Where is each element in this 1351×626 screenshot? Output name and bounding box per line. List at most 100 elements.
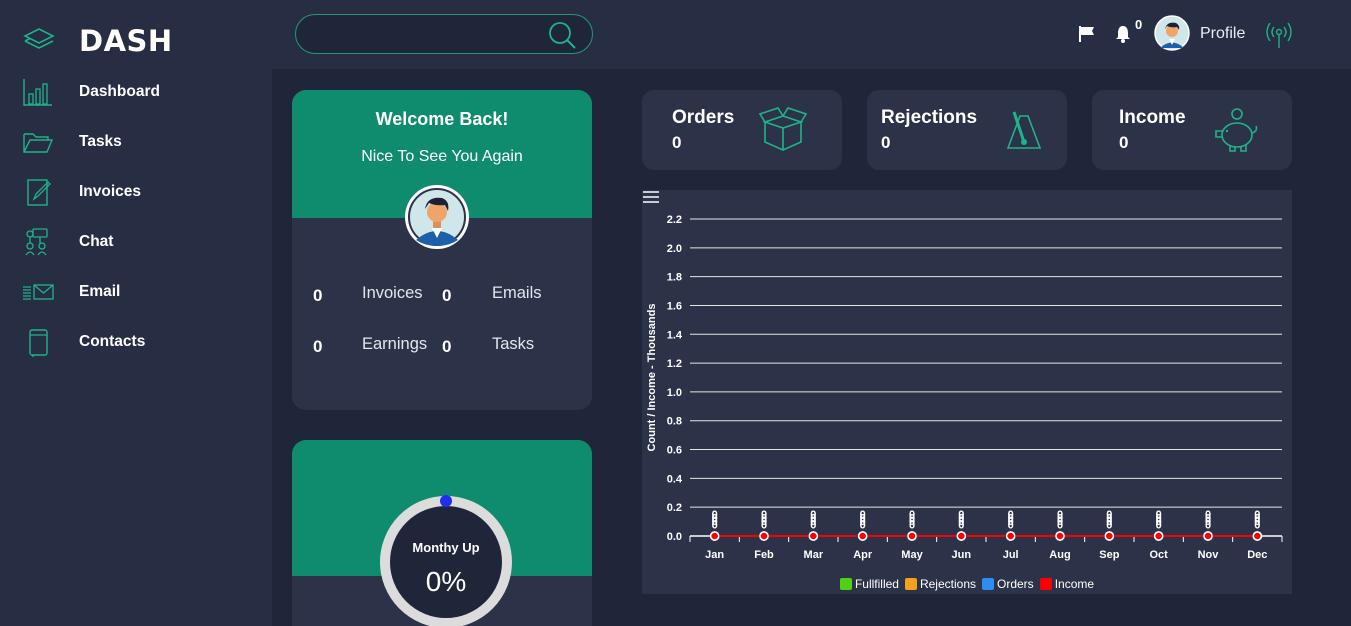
legend-item-income[interactable]: Income	[1039, 577, 1094, 591]
search-icon[interactable]	[546, 19, 578, 51]
invoices-count: 0	[313, 286, 323, 305]
data-point	[1005, 531, 1016, 541]
legend-label: Fullfilled	[854, 577, 899, 591]
data-point	[956, 531, 967, 541]
sidebar-item-label: Email	[79, 283, 121, 300]
data-point	[1055, 531, 1065, 541]
data-label: 0	[1156, 520, 1162, 532]
data-point	[709, 531, 720, 541]
orders-value: 0	[672, 133, 682, 152]
tasks-count: 0	[442, 337, 452, 356]
x-tick-label: Mar	[804, 549, 824, 561]
earnings-count: 0	[313, 337, 323, 356]
legend-label: Rejections	[919, 577, 976, 591]
x-tick-label: Feb	[754, 549, 774, 561]
y-axis-title: Count / Income - Thousands	[646, 304, 658, 452]
sidebar-item-chat[interactable]: Chat	[0, 223, 272, 263]
data-label: 0	[1205, 520, 1211, 532]
sidebar-item-label: Contacts	[79, 333, 146, 350]
emails-label: Emails	[492, 284, 542, 302]
legend-swatch	[1039, 578, 1052, 590]
search-box	[295, 14, 593, 54]
y-tick-label: 0.2	[667, 502, 682, 514]
y-tick-label: 2.0	[667, 243, 682, 255]
data-label: 0	[810, 520, 816, 532]
sidebar-item-tasks[interactable]: Tasks	[0, 123, 272, 163]
contact-book-icon	[29, 329, 48, 357]
welcome-title: Welcome Back!	[375, 109, 509, 129]
legend-item-fullfilled[interactable]: Fullfilled	[839, 577, 899, 591]
edit-document-icon	[27, 179, 51, 206]
y-tick-label: 1.0	[667, 387, 682, 399]
data-point	[1203, 531, 1213, 541]
x-tick-label: May	[901, 549, 923, 561]
sidebar: DASH Dashboard Tasks Invoices Chat Email…	[0, 0, 272, 626]
data-point	[808, 531, 819, 541]
brand[interactable]: DASH	[22, 22, 172, 58]
legend-item-rejections[interactable]: Rejections	[904, 577, 976, 591]
line-chart: 0.0 0.2 0.4 0.6 0.8 1.0 1.2 1.4 1.6 1.8 2.0 2.2 Jan F…	[646, 214, 1283, 561]
progress-gauge	[380, 495, 512, 626]
invoices-label: Invoices	[362, 284, 423, 302]
rejections-card[interactable]: Rejections 0	[867, 90, 1067, 170]
y-tick-label: 0.4	[667, 473, 683, 485]
income-value: 0	[1119, 133, 1129, 152]
orders-card[interactable]: Orders 0	[642, 90, 842, 170]
metronome-icon	[1006, 111, 1042, 149]
legend-swatch	[839, 578, 852, 590]
data-label: 0	[958, 520, 964, 532]
tasks-label: Tasks	[492, 335, 535, 353]
search-input[interactable]	[312, 23, 536, 47]
data-point	[857, 531, 868, 541]
gauge-value: 0%	[425, 566, 467, 597]
x-tick-label: Nov	[1198, 549, 1220, 561]
y-tick-label: 1.8	[667, 272, 682, 284]
emails-count: 0	[442, 286, 452, 305]
y-tick-label: 1.2	[667, 358, 682, 370]
x-tick-label: Jan	[705, 549, 724, 561]
income-card[interactable]: Income 0	[1092, 90, 1292, 170]
sidebar-item-dashboard[interactable]: Dashboard	[0, 73, 272, 113]
notification-count: 0	[1135, 17, 1143, 32]
x-tick-label: Jun	[952, 549, 972, 561]
rejections-title: Rejections	[881, 107, 978, 128]
avatar[interactable]	[1154, 15, 1190, 51]
legend-item-orders[interactable]: Orders	[982, 577, 1034, 591]
hamburger-menu-icon[interactable]	[642, 190, 660, 204]
data-label: 0	[761, 520, 767, 532]
chart-panel: 0.0 0.2 0.4 0.6 0.8 1.0 1.2 1.4 1.6 1.8 2.0 2.2 Jan F…	[642, 190, 1292, 594]
chart-legend: Fullfilled Rejections Orders Income	[642, 577, 1292, 593]
x-tick-label: Sep	[1099, 549, 1119, 561]
data-point	[1252, 531, 1263, 541]
welcome-subtitle: Nice To See You Again	[361, 148, 523, 165]
x-tick-label: Apr	[853, 549, 873, 561]
flag-icon[interactable]	[1078, 25, 1096, 43]
data-point	[1153, 531, 1164, 541]
profile-link[interactable]: Profile	[1200, 25, 1245, 43]
legend-label: Orders	[997, 577, 1034, 591]
bell-icon[interactable]	[1114, 24, 1132, 44]
data-point	[759, 531, 769, 541]
antenna-signal-icon[interactable]	[1266, 21, 1292, 49]
legend-swatch	[982, 578, 994, 590]
topbar: 0 Profile	[272, 0, 1351, 69]
data-label: 0	[1106, 520, 1112, 532]
folder-icon	[23, 133, 54, 153]
sidebar-item-email[interactable]: Email	[0, 273, 272, 313]
y-tick-label: 0.6	[667, 445, 682, 457]
avatar	[405, 185, 469, 249]
legend-swatch	[904, 578, 917, 590]
gauge-label: Monthy Up	[412, 540, 480, 555]
gauge-marker	[440, 495, 452, 507]
sidebar-item-invoices[interactable]: Invoices	[0, 173, 272, 213]
sidebar-item-contacts[interactable]: Contacts	[0, 323, 272, 363]
x-tick-label: Aug	[1049, 549, 1070, 561]
bar-chart-icon	[23, 79, 52, 106]
income-title: Income	[1119, 107, 1186, 128]
y-tick-label: 1.6	[667, 300, 682, 312]
y-tick-label: 0.8	[667, 416, 682, 428]
data-label: 0	[860, 520, 866, 532]
welcome-card: Welcome Back! Nice To See You Again 0 In…	[292, 90, 592, 410]
sidebar-item-label: Invoices	[79, 183, 142, 200]
y-tick-label: 1.4	[667, 329, 683, 341]
